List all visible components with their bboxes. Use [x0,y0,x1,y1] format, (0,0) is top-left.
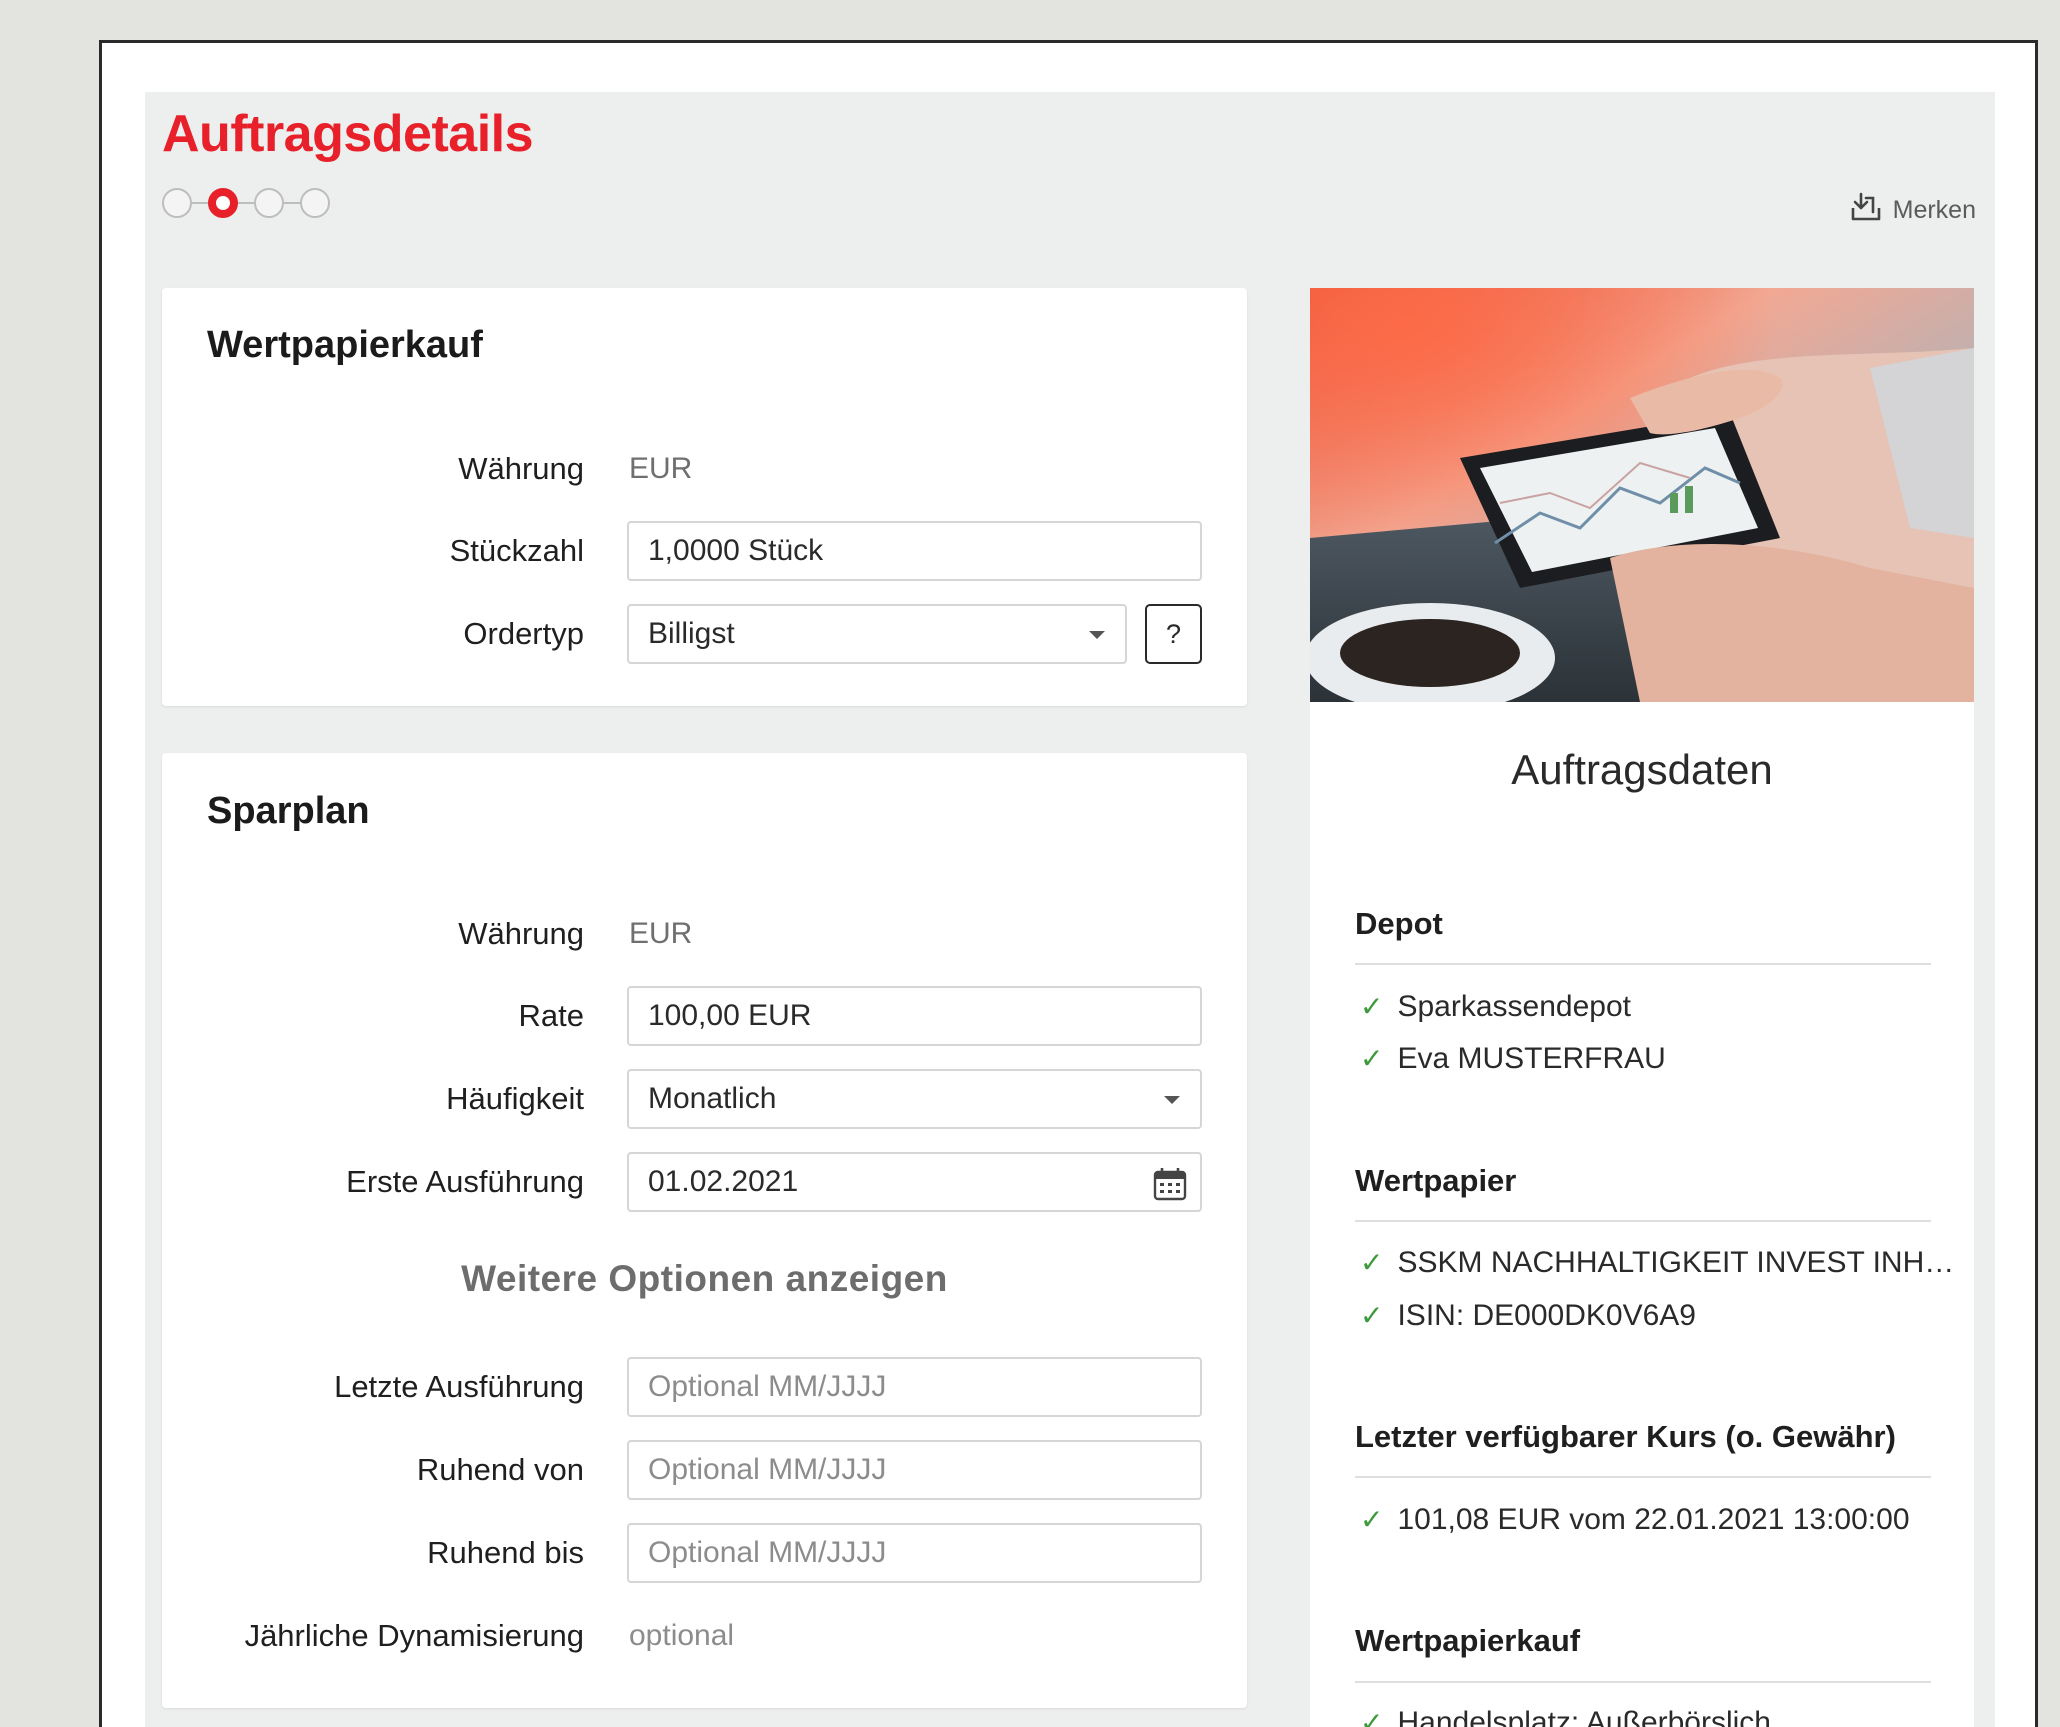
divider [1355,1476,1931,1478]
check-icon: ✓ [1360,1247,1384,1278]
list-item: ✓ Handelsplatz: Außerbörslich [1360,1706,1771,1727]
erste-ausfuehrung-label: Erste Ausführung [346,1164,584,1199]
list-item: ✓ SSKM NACHHALTIGKEIT INVEST INH… [1360,1246,1955,1279]
haeufigkeit-label: Häufigkeit [446,1081,584,1116]
list-item: ✓ 101,08 EUR vom 22.01.2021 13:00:00 [1360,1503,1910,1536]
merken-button[interactable]: Merken [1849,190,1976,231]
ruhend-bis-row: Ruhend bis Optional MM/JJJJ [162,1523,1247,1583]
step-connector [284,202,300,204]
ruhend-bis-label: Ruhend bis [427,1535,584,1570]
divider [1355,1220,1931,1222]
step-connector [192,202,208,204]
auftragsdaten-title: Auftragsdaten [1511,746,1773,793]
chevron-down-icon [1164,1096,1180,1104]
chevron-down-icon [1089,631,1105,639]
order-window: Auftragsdetails Merken Wertpapierkauf Wä… [99,40,2038,1727]
list-item: ✓ Sparkassendepot [1360,990,1631,1023]
sparplan-waehrung-row: Währung EUR [162,904,1247,964]
ordertyp-help-button[interactable]: ? [1145,604,1202,664]
wertpapier-heading: Wertpapier [1355,1163,1517,1198]
rate-row: Rate 100,00 EUR [162,986,1247,1046]
rate-input[interactable]: 100,00 EUR [627,986,1202,1046]
list-item: ✓ ISIN: DE000DK0V6A9 [1360,1299,1696,1332]
depot-heading: Depot [1355,906,1443,941]
check-icon: ✓ [1360,1300,1384,1331]
step-3 [254,188,284,218]
kurs-heading: Letzter verfügbarer Kurs (o. Gewähr) [1355,1419,1896,1454]
check-icon: ✓ [1360,1504,1384,1535]
ruhend-von-row: Ruhend von Optional MM/JJJJ [162,1440,1247,1500]
dynamisierung-value[interactable]: optional [629,1606,734,1666]
letzte-ausfuehrung-input[interactable]: Optional MM/JJJJ [627,1357,1202,1417]
page-title: Auftragsdetails [162,105,534,163]
check-icon: ✓ [1360,1707,1384,1727]
check-icon: ✓ [1360,1043,1384,1074]
dynamisierung-label: Jährliche Dynamisierung [244,1618,584,1653]
rate-label: Rate [518,998,584,1033]
merken-label: Merken [1892,196,1976,224]
dynamisierung-row: Jährliche Dynamisierung optional [162,1606,1247,1666]
auftragsdaten-sidebar: Auftragsdaten Depot ✓ Sparkassendepot ✓ Ev… [1310,288,1974,1727]
list-item: ✓ Eva MUSTERFRAU [1360,1042,1666,1075]
step-1 [162,188,192,218]
waehrung-row: Währung EUR [162,439,1247,499]
smartphone-trading-photo [1310,288,1974,702]
letzte-ausfuehrung-label: Letzte Ausführung [334,1369,584,1404]
ruhend-von-label: Ruhend von [416,1452,584,1487]
sparplan-waehrung-label: Währung [458,916,584,951]
waehrung-value: EUR [629,452,693,485]
erste-ausfuehrung-input[interactable]: 01.02.2021 [627,1152,1202,1212]
sparplan-title: Sparplan [207,790,370,832]
ordertyp-select[interactable]: Billigst [627,604,1127,664]
order-panel: Auftragsdetails Merken Wertpapierkauf Wä… [145,92,1995,1727]
ruhend-bis-input[interactable]: Optional MM/JJJJ [627,1523,1202,1583]
divider [1355,1681,1931,1683]
stueckzahl-input[interactable]: 1,0000 Stück [627,521,1202,581]
haeufigkeit-row: Häufigkeit Monatlich [162,1069,1247,1129]
waehrung-label: Währung [458,451,584,486]
stueckzahl-label: Stückzahl [449,533,584,568]
ordertyp-value: Billigst [648,617,735,650]
erste-ausfuehrung-value: 01.02.2021 [648,1165,799,1198]
sparplan-card: Sparplan Währung EUR Rate 100,00 EUR Häu… [162,753,1247,1708]
wertpapierkauf-heading: Wertpapierkauf [1355,1623,1581,1658]
erste-ausfuehrung-row: Erste Ausführung 01.02.2021 [162,1152,1247,1212]
wertpapierkauf-card: Wertpapierkauf Währung EUR Stückzahl 1,0… [162,288,1247,706]
ordertyp-label: Ordertyp [463,616,584,651]
progress-stepper [162,188,330,218]
step-2-active [208,188,238,218]
check-icon: ✓ [1360,991,1384,1022]
step-connector [238,202,254,204]
stueckzahl-row: Stückzahl 1,0000 Stück [162,521,1247,581]
download-tray-icon [1849,190,1883,231]
ruhend-von-input[interactable]: Optional MM/JJJJ [627,1440,1202,1500]
weitere-optionen-link[interactable]: Weitere Optionen anzeigen [162,1258,1247,1300]
letzte-ausfuehrung-row: Letzte Ausführung Optional MM/JJJJ [162,1357,1247,1417]
haeufigkeit-select[interactable]: Monatlich [627,1069,1202,1129]
calendar-icon[interactable] [1152,1166,1188,1202]
haeufigkeit-value: Monatlich [648,1082,777,1115]
divider [1355,963,1931,965]
step-4 [300,188,330,218]
wertpapierkauf-title: Wertpapierkauf [207,324,483,366]
ordertyp-row: Ordertyp Billigst ? [162,604,1247,664]
sparplan-waehrung-value: EUR [629,917,693,950]
